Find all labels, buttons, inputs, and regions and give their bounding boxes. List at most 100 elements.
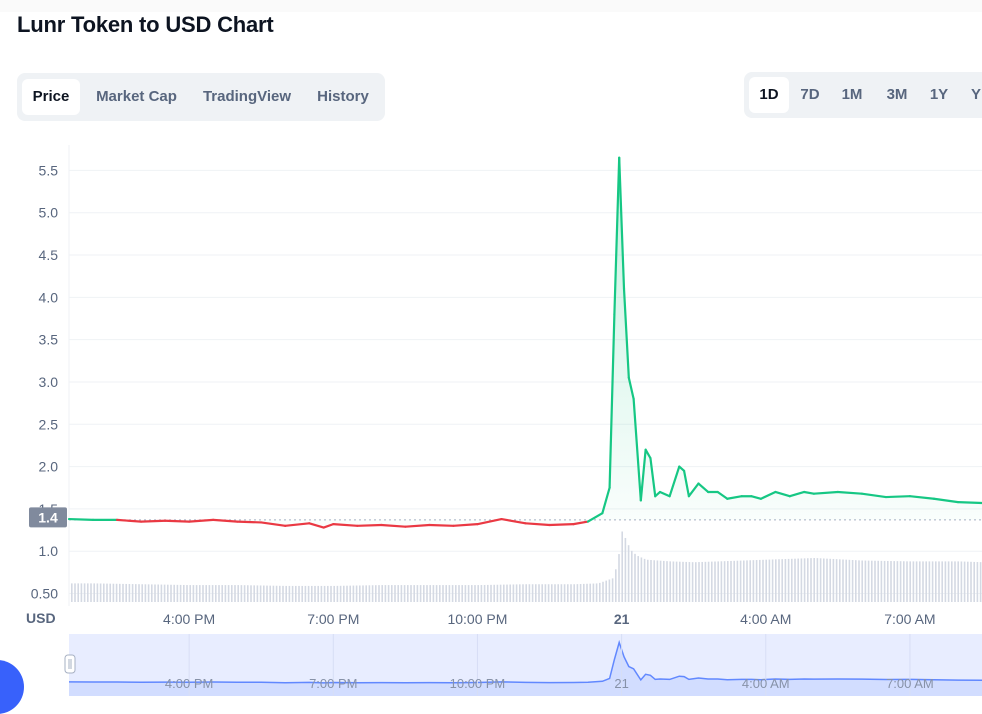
- volume-bar: [791, 558, 793, 602]
- volume-bar: [327, 585, 329, 602]
- volume-bar: [944, 561, 947, 602]
- volume-bar: [563, 584, 566, 602]
- volume-bar: [471, 585, 473, 602]
- volume-bar: [371, 585, 374, 602]
- volume-bar: [125, 583, 127, 602]
- volume-bar: [480, 585, 483, 602]
- volume-bar: [461, 585, 463, 602]
- volume-bar: [928, 561, 931, 602]
- x-tick-label: 10:00 PM: [447, 611, 507, 627]
- volume-bar: [967, 561, 969, 602]
- volume-bar: [611, 578, 614, 602]
- volume-bar: [515, 584, 518, 602]
- volume-bar: [189, 585, 191, 602]
- volume-bar: [845, 559, 847, 602]
- volume-bar: [394, 585, 396, 602]
- volume-bar: [80, 583, 83, 602]
- volume-bars: [71, 531, 982, 602]
- price-segment: [164, 519, 191, 523]
- volume-bar: [535, 584, 537, 602]
- volume-bar: [333, 585, 335, 602]
- volume-bar: [621, 531, 623, 602]
- y-tick-label: 4.5: [39, 247, 59, 263]
- volume-bar: [192, 585, 195, 602]
- volume-bar: [320, 585, 323, 602]
- volume-bar: [752, 560, 755, 602]
- volume-bar: [154, 584, 156, 602]
- volume-bar: [346, 585, 348, 602]
- volume-bar: [179, 584, 182, 602]
- range-navigator[interactable]: 4:00 PM 7:00 PM 10:00 PM 21 4:00 AM 7:00 AM: [64, 634, 982, 696]
- volume-bar: [807, 558, 809, 602]
- volume-bar: [701, 561, 703, 602]
- volume-bar: [170, 584, 172, 602]
- volume-bar: [503, 584, 505, 602]
- volume-bar: [874, 560, 876, 602]
- volume-bar: [138, 584, 140, 602]
- volume-bar: [634, 553, 636, 602]
- volume-bar: [509, 584, 511, 602]
- volume-bar: [551, 584, 553, 602]
- volume-bar: [445, 585, 447, 602]
- volume-bar: [387, 585, 390, 602]
- volume-bar: [685, 561, 687, 602]
- volume-bar: [970, 561, 972, 602]
- volume-bar: [275, 585, 278, 602]
- volume-bar: [279, 585, 281, 602]
- volume-bar: [215, 585, 217, 602]
- volume-bar: [912, 561, 915, 602]
- volume-bar: [282, 585, 284, 602]
- volume-bar: [522, 584, 524, 602]
- volume-bar: [631, 550, 633, 602]
- volume-bar: [186, 585, 188, 602]
- navigator-tick-label: 7:00 AM: [886, 676, 934, 691]
- volume-bar: [141, 584, 143, 602]
- volume-bar: [544, 584, 547, 602]
- volume-bar: [947, 561, 950, 602]
- volume-bar: [909, 561, 911, 602]
- volume-bar: [823, 558, 825, 602]
- volume-bar: [682, 561, 684, 602]
- volume-bar: [352, 585, 355, 602]
- volume-bar: [349, 585, 351, 602]
- volume-bar: [400, 585, 403, 602]
- volume-bar: [256, 585, 259, 602]
- price-chart[interactable]: 5.55.04.54.03.53.02.52.01.51.00.50USD 4:…: [0, 0, 982, 714]
- volume-bar: [663, 560, 665, 602]
- volume-bar: [359, 585, 361, 602]
- volume-bar: [493, 584, 495, 602]
- y-axis: 5.55.04.54.03.53.02.52.01.51.00.50USD: [26, 162, 58, 626]
- volume-bar: [151, 584, 153, 602]
- x-tick-label: 4:00 AM: [740, 611, 791, 627]
- navigator-handle-left[interactable]: [64, 654, 76, 674]
- volume-bar: [167, 584, 169, 602]
- volume-bar: [679, 561, 681, 602]
- volume-bar: [298, 585, 300, 602]
- volume-bar: [384, 585, 387, 602]
- volume-bar: [199, 585, 201, 602]
- navigator-tick-label: 4:00 AM: [742, 676, 790, 691]
- volume-bar: [935, 561, 937, 602]
- volume-bar: [528, 584, 531, 602]
- volume-bar: [103, 583, 105, 602]
- y-tick-label: 2.0: [39, 459, 59, 475]
- volume-bar: [74, 583, 76, 602]
- volume-bar: [592, 583, 595, 602]
- volume-bar: [605, 580, 607, 602]
- volume-bar: [458, 585, 460, 602]
- volume-bar: [250, 585, 252, 602]
- volume-bar: [423, 585, 425, 602]
- volume-bar: [871, 560, 873, 602]
- volume-bar: [496, 584, 499, 602]
- volume-bar: [234, 585, 236, 602]
- volume-bar: [749, 560, 751, 602]
- volume-bar: [784, 559, 787, 602]
- volume-bar: [365, 585, 367, 602]
- volume-bar: [487, 584, 489, 602]
- volume-bar: [647, 559, 649, 602]
- volume-bar: [147, 584, 150, 602]
- volume-bar: [183, 584, 185, 602]
- volume-bar: [979, 562, 982, 602]
- volume-bar: [163, 584, 166, 602]
- volume-bar: [576, 584, 579, 602]
